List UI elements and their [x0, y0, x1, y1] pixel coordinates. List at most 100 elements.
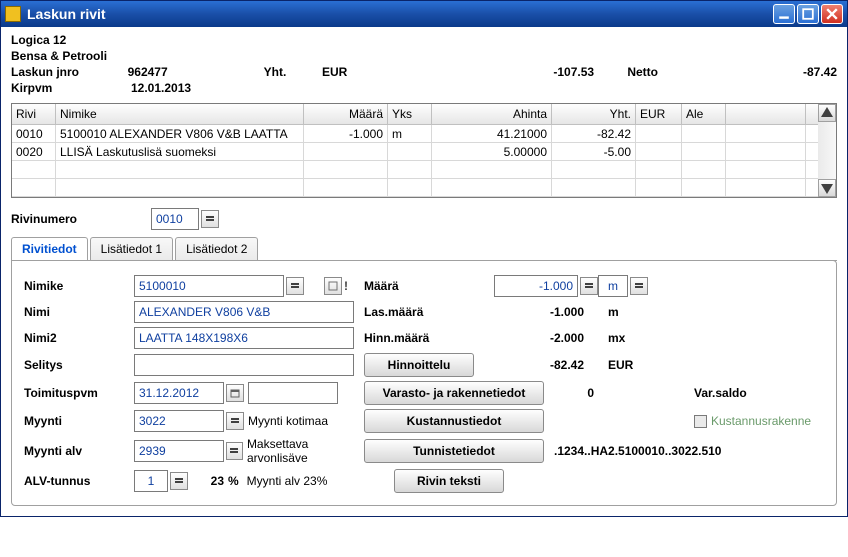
label-rivinumero: Rivinumero — [11, 212, 151, 226]
scroll-down-button[interactable] — [818, 179, 836, 197]
grid-cell[interactable] — [388, 179, 432, 197]
grid-header-cell[interactable]: Yht. — [552, 104, 636, 125]
input-toimituspvm[interactable] — [134, 382, 224, 404]
button-rivinteksti[interactable]: Rivin teksti — [394, 469, 504, 493]
label-nimike: Nimike — [24, 279, 134, 293]
grid-cell[interactable] — [726, 161, 806, 179]
grid-cell[interactable] — [552, 179, 636, 197]
tab-lisätiedot-2[interactable]: Lisätiedot 2 — [175, 237, 258, 260]
grid-cell[interactable] — [682, 179, 726, 197]
checkbox-kustannusrakenne[interactable]: Kustannusrakenne — [694, 414, 811, 428]
grid-cell[interactable]: 5.00000 — [432, 143, 552, 161]
grid-cell[interactable] — [304, 179, 388, 197]
lookup-icon[interactable] — [630, 277, 648, 295]
input-selitys[interactable] — [134, 354, 354, 376]
grid-cell[interactable] — [56, 179, 304, 197]
input-rivinumero[interactable] — [151, 208, 199, 230]
tab-rivitiedot[interactable]: Rivitiedot — [11, 237, 88, 260]
grid-cell[interactable] — [56, 161, 304, 179]
grid-header-cell[interactable]: Ale — [682, 104, 726, 125]
grid-cell[interactable] — [726, 179, 806, 197]
lookup-icon[interactable] — [201, 210, 219, 228]
label-lasmaara: Las.määrä — [364, 305, 494, 319]
button-kustannus[interactable]: Kustannustiedot — [364, 409, 544, 433]
grid-cell[interactable] — [552, 161, 636, 179]
close-button[interactable] — [821, 4, 843, 24]
grid-cell[interactable] — [682, 143, 726, 161]
flag-icon[interactable] — [324, 277, 342, 295]
scroll-up-button[interactable] — [818, 104, 836, 122]
input-nimi2[interactable] — [134, 327, 354, 349]
grid-header-cell[interactable]: Nimike — [56, 104, 304, 125]
grid-cell[interactable] — [432, 161, 552, 179]
input-alvtunnus[interactable] — [134, 470, 168, 492]
grid-cell[interactable] — [636, 179, 682, 197]
grid-cell[interactable]: 41.21000 — [432, 125, 552, 143]
label-toimituspvm: Toimituspvm — [24, 386, 134, 400]
input-toimituspvm-extra[interactable] — [248, 382, 338, 404]
grid-cell[interactable] — [636, 143, 682, 161]
desc-myynti: Myynti kotimaa — [248, 414, 328, 428]
grid-cell[interactable] — [12, 179, 56, 197]
grid-cell[interactable] — [726, 143, 806, 161]
lookup-icon[interactable] — [286, 277, 304, 295]
grid-cell[interactable]: -5.00 — [552, 143, 636, 161]
label-netto: Netto — [594, 65, 691, 79]
scroll-track[interactable] — [818, 122, 836, 179]
minimize-button[interactable] — [773, 4, 795, 24]
grid-cell[interactable]: 0020 — [12, 143, 56, 161]
lookup-icon[interactable] — [580, 277, 598, 295]
value-netto: -87.42 — [691, 65, 837, 79]
tab-lisätiedot-1[interactable]: Lisätiedot 1 — [90, 237, 173, 260]
grid-header-cell[interactable]: Määrä — [304, 104, 388, 125]
invoice-lines-grid[interactable]: RiviNimikeMääräYksAhintaYht.EURAle 00105… — [11, 103, 837, 198]
product-name: Bensa & Petrooli — [11, 49, 107, 63]
grid-header-cell[interactable]: Ahinta — [432, 104, 552, 125]
grid-cell[interactable] — [432, 179, 552, 197]
grid-scrollbar[interactable] — [818, 104, 836, 197]
label-varsaldo: Var.saldo — [694, 386, 747, 400]
grid-cell[interactable]: -1.000 — [304, 125, 388, 143]
grid-cell[interactable]: m — [388, 125, 432, 143]
button-tunniste[interactable]: Tunnistetiedot — [364, 439, 544, 463]
grid-cell[interactable] — [388, 143, 432, 161]
grid-cell[interactable] — [304, 143, 388, 161]
value-tunniste-code: .1234..HA2.5100010..3022.510 — [554, 444, 721, 458]
grid-header-cell[interactable]: Yks — [388, 104, 432, 125]
grid-cell[interactable] — [388, 161, 432, 179]
grid-header-cell[interactable]: Rivi — [12, 104, 56, 125]
tab-panel-rivitiedot: Nimike ! Määrä Nimi Las — [11, 260, 837, 506]
grid-cell[interactable]: 5100010 ALEXANDER V806 V&B LAATTA — [56, 125, 304, 143]
grid-header-cell[interactable]: EUR — [636, 104, 682, 125]
grid-cell[interactable]: LLISÄ Laskutuslisä suomeksi — [56, 143, 304, 161]
grid-cell[interactable] — [304, 161, 388, 179]
grid-cell[interactable] — [636, 125, 682, 143]
button-hinnoittelu[interactable]: Hinnoittelu — [364, 353, 474, 377]
grid-cell[interactable]: -82.42 — [552, 125, 636, 143]
grid-header-cell[interactable] — [726, 104, 806, 125]
desc-myyntialv: Maksettava arvonlisäve — [247, 437, 364, 465]
grid-cell[interactable] — [682, 125, 726, 143]
grid-cell[interactable] — [726, 125, 806, 143]
maximize-button[interactable] — [797, 4, 819, 24]
label-nimi: Nimi — [24, 305, 134, 319]
input-nimi[interactable] — [134, 301, 354, 323]
lookup-icon[interactable] — [226, 442, 243, 460]
input-myynti[interactable] — [134, 410, 224, 432]
titlebar: Laskun rivit — [1, 1, 847, 27]
button-varasto[interactable]: Varasto- ja rakennetiedot — [364, 381, 544, 405]
grid-cell[interactable] — [12, 161, 56, 179]
input-nimike[interactable] — [134, 275, 284, 297]
input-maara[interactable] — [494, 275, 578, 297]
label-selitys: Selitys — [24, 358, 134, 372]
input-maara-unit[interactable] — [598, 275, 628, 297]
input-myyntialv[interactable] — [134, 440, 224, 462]
grid-cell[interactable] — [682, 161, 726, 179]
grid-cell[interactable]: 0010 — [12, 125, 56, 143]
lookup-icon[interactable] — [170, 472, 188, 490]
calendar-icon[interactable] — [226, 384, 244, 402]
grid-cell[interactable] — [636, 161, 682, 179]
lookup-icon[interactable] — [226, 412, 244, 430]
pct-mark: % — [228, 474, 239, 488]
label-kirpvm: Kirpvm — [11, 81, 131, 95]
